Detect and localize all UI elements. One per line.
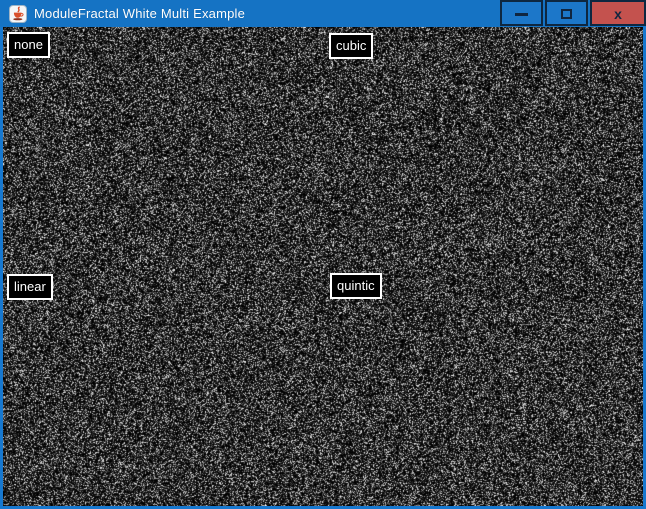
minimize-button[interactable]	[500, 0, 543, 26]
minimize-dash-icon	[515, 13, 528, 16]
interp-label-quintic: quintic	[330, 273, 382, 299]
app-window: ModuleFractal White Multi Example x none…	[0, 0, 646, 509]
maximize-button[interactable]	[545, 0, 588, 26]
close-button[interactable]: x	[590, 0, 646, 26]
interp-label-linear: linear	[7, 274, 53, 300]
interp-label-none: none	[7, 32, 50, 58]
java-coffee-cup-icon	[9, 5, 27, 23]
window-controls: x	[500, 0, 646, 26]
close-x-icon: x	[614, 7, 622, 21]
window-title: ModuleFractal White Multi Example	[34, 6, 245, 21]
maximize-square-icon	[561, 9, 572, 19]
titlebar[interactable]: ModuleFractal White Multi Example x	[0, 0, 646, 27]
noise-viewport: none cubic linear quintic	[3, 27, 643, 506]
interp-label-cubic: cubic	[329, 33, 373, 59]
white-noise-canvas	[3, 27, 643, 506]
